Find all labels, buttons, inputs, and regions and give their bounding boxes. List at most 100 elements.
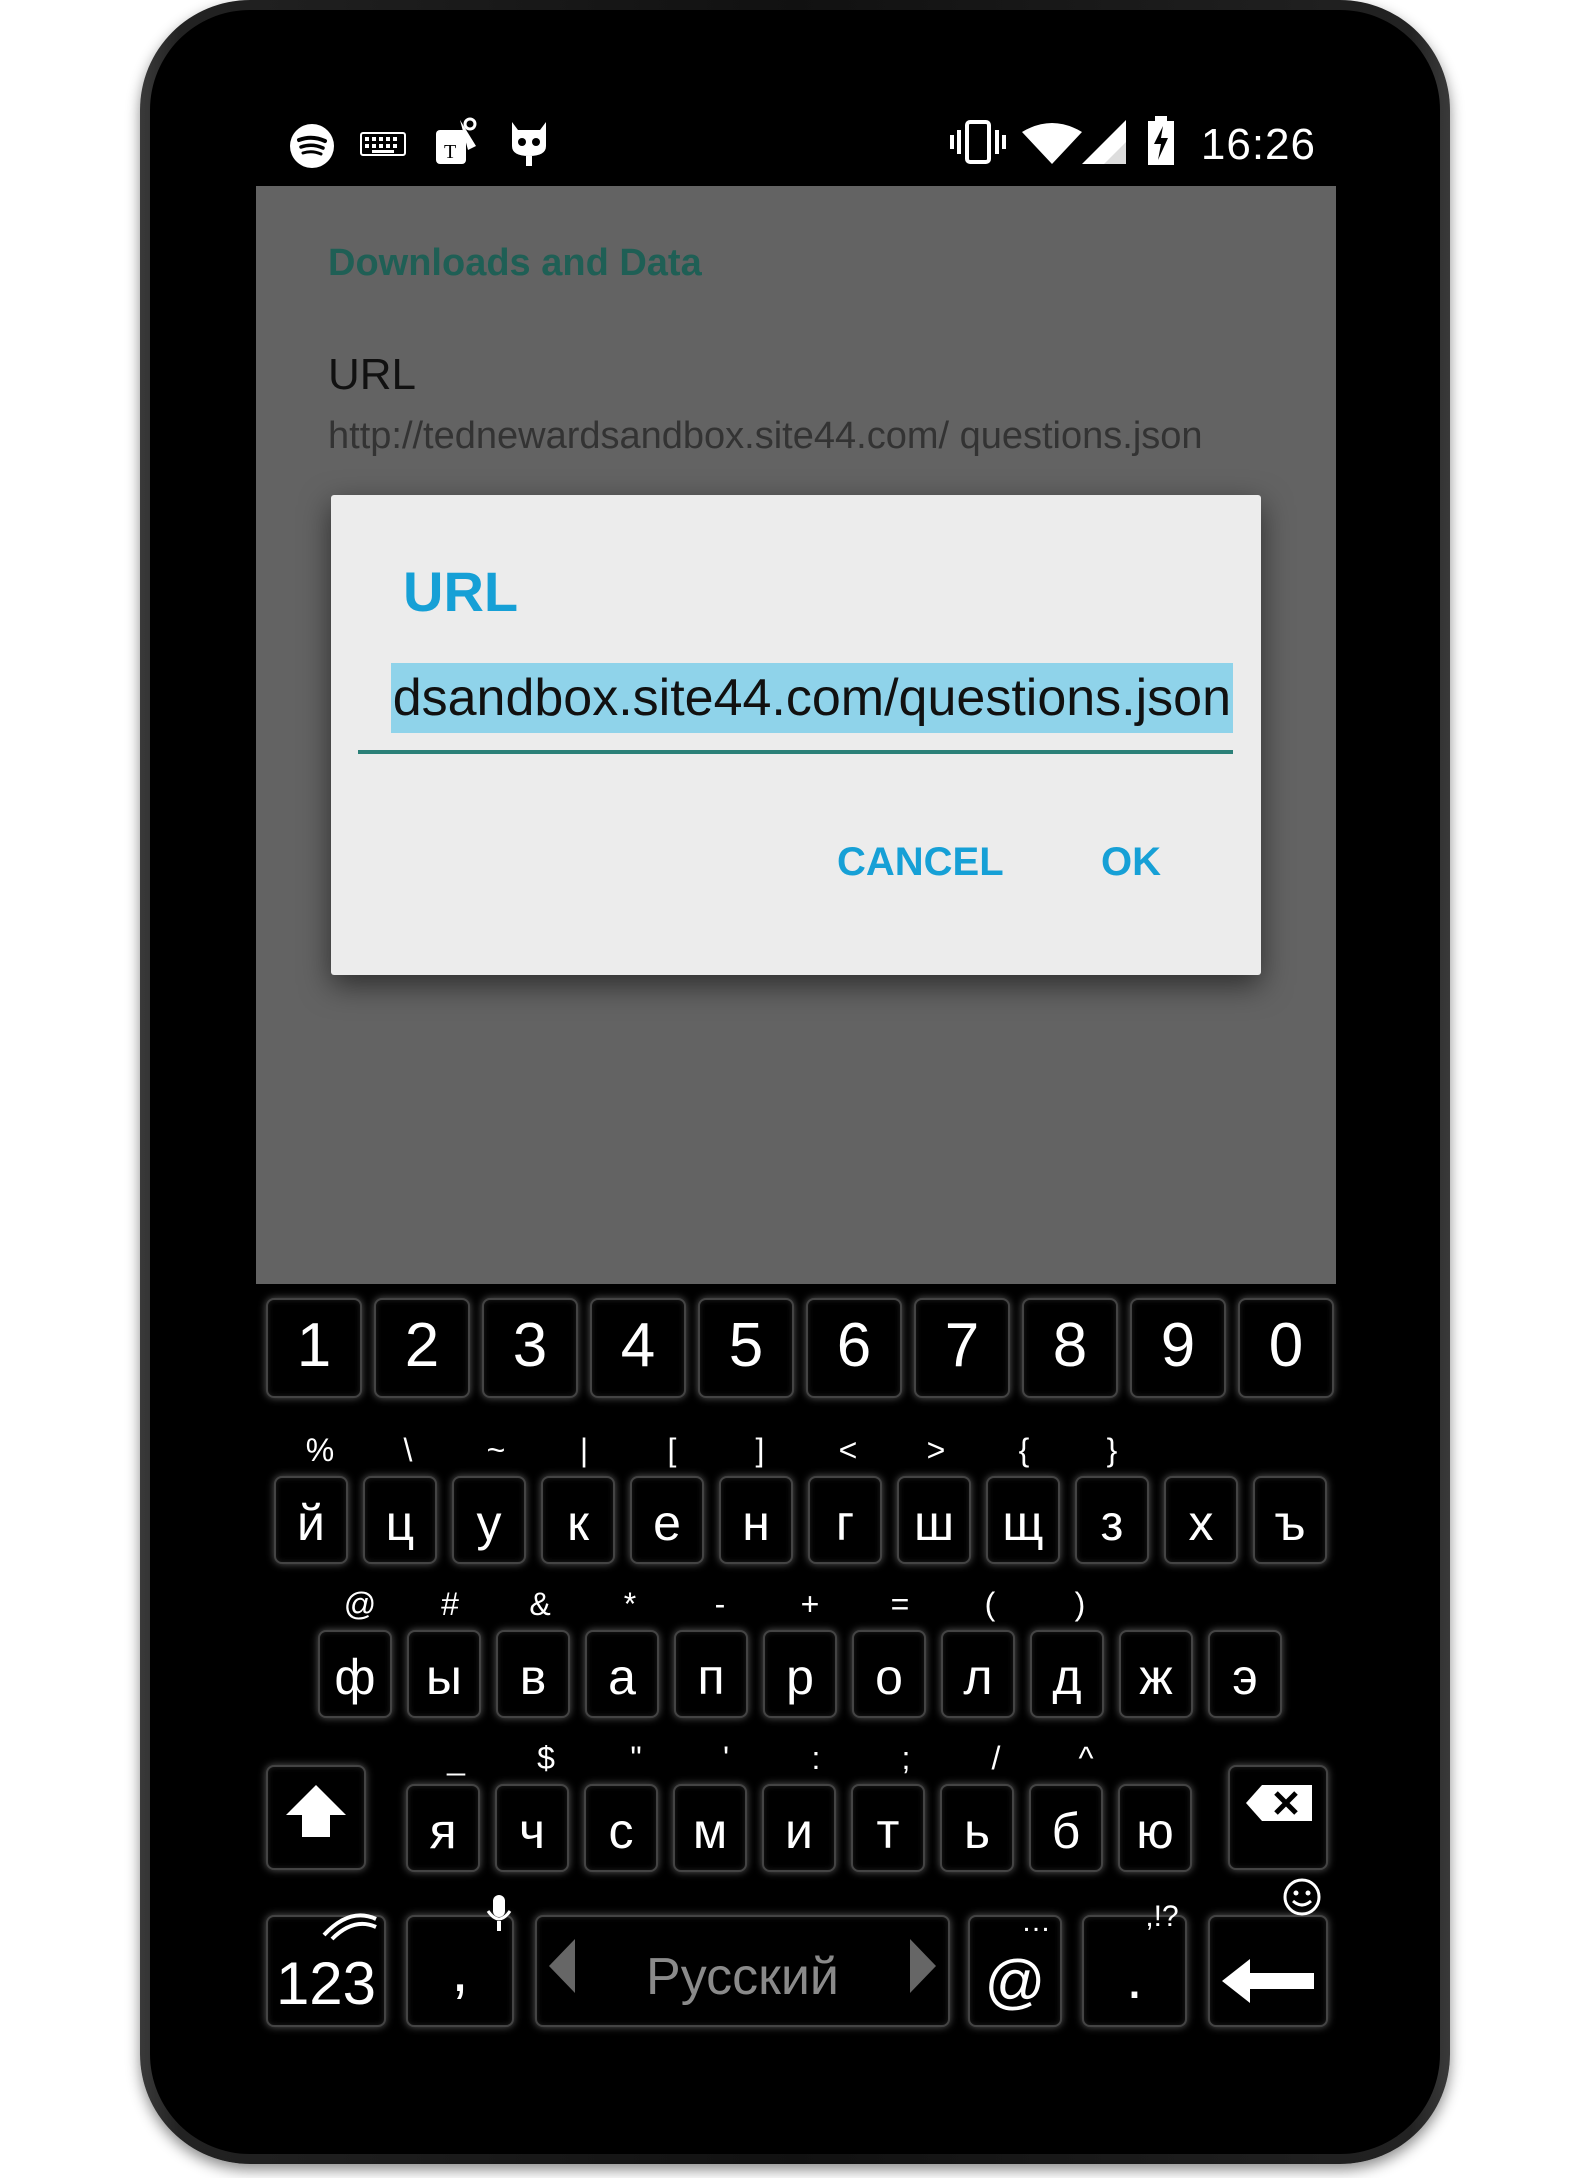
key-label: с (608, 1803, 634, 1859)
svg-text:T: T (444, 141, 456, 163)
key-row3-1[interactable]: ч (495, 1784, 569, 1872)
key-row2-9[interactable]: ж (1119, 1630, 1193, 1718)
key-digit-1[interactable]: 2 (374, 1298, 470, 1398)
url-input[interactable]: dsandbox.site44.com/questions.json (358, 657, 1233, 745)
key-row1-8[interactable]: щ (986, 1476, 1060, 1564)
key-row2-6[interactable]: о (852, 1630, 926, 1718)
preference-url-summary: http://tednewardsandbox.site44.com/ ques… (328, 415, 1203, 457)
key-hint: ; (901, 1740, 911, 1776)
ok-button[interactable]: OK (1101, 840, 1161, 885)
key-hint: < (838, 1432, 858, 1468)
url-input-underline (358, 750, 1233, 754)
clock: 16:26 (1200, 120, 1316, 169)
keyboard-icon (360, 132, 406, 165)
key-label: й (297, 1495, 325, 1551)
key-label: 6 (836, 1311, 872, 1380)
key-hint: \ (403, 1432, 413, 1468)
key-row3-2[interactable]: с (584, 1784, 658, 1872)
key-digit-6[interactable]: 7 (914, 1298, 1010, 1398)
key-row2-7[interactable]: л (941, 1630, 1015, 1718)
key-row3-5[interactable]: т (851, 1784, 925, 1872)
key-label: ф (334, 1649, 376, 1705)
key-digit-4[interactable]: 5 (698, 1298, 794, 1398)
key-digit-0[interactable]: 1 (266, 1298, 362, 1398)
key-row1-2[interactable]: у (452, 1476, 526, 1564)
key-row2-3[interactable]: а (585, 1630, 659, 1718)
spacebar-key[interactable]: Русский (535, 1915, 950, 2027)
key-label: о (875, 1649, 903, 1705)
key-hint: ) (1074, 1586, 1086, 1622)
key-hint: : (811, 1740, 821, 1776)
key-hint: = (890, 1586, 910, 1622)
cyanogen-icon (508, 116, 550, 171)
preference-url-title[interactable]: URL (328, 350, 416, 400)
key-row1-1[interactable]: ц (363, 1476, 437, 1564)
key-row1-3[interactable]: к (541, 1476, 615, 1564)
key-label: к (567, 1495, 589, 1551)
comma-label: , (451, 1936, 469, 2005)
key-row1-11[interactable]: ъ (1253, 1476, 1327, 1564)
emoji-icon (1283, 1878, 1321, 1916)
swiftkey-logo-icon (322, 1913, 377, 1941)
key-label: 9 (1160, 1311, 1196, 1380)
key-row1-9[interactable]: з (1075, 1476, 1149, 1564)
key-hint: ] (755, 1432, 765, 1468)
key-label: 1 (296, 1311, 332, 1380)
key-row2-0[interactable]: ф (318, 1630, 392, 1718)
key-row1-0[interactable]: й (274, 1476, 348, 1564)
key-row3-8[interactable]: ю (1118, 1784, 1192, 1872)
key-row2-10[interactable]: э (1208, 1630, 1282, 1718)
key-label: х (1188, 1495, 1214, 1551)
key-row2-5[interactable]: р (763, 1630, 837, 1718)
key-row1-6[interactable]: г (808, 1476, 882, 1564)
key-row1-10[interactable]: х (1164, 1476, 1238, 1564)
key-hint: @ (343, 1586, 377, 1622)
key-digit-5[interactable]: 6 (806, 1298, 902, 1398)
key-label: ы (426, 1649, 462, 1705)
period-label: . (1126, 1944, 1143, 2011)
key-digit-2[interactable]: 3 (482, 1298, 578, 1398)
backspace-icon (1246, 1785, 1312, 1821)
key-row1-4[interactable]: е (630, 1476, 704, 1564)
url-dialog: URL dsandbox.site44.com/questions.json C… (331, 495, 1261, 975)
key-digit-3[interactable]: 4 (590, 1298, 686, 1398)
key-hint: [ (667, 1432, 677, 1468)
arrow-right-icon (910, 1939, 936, 1993)
url-input-selected-text[interactable]: dsandbox.site44.com/questions.json (390, 663, 1233, 733)
key-hint: > (926, 1432, 946, 1468)
key-row3-6[interactable]: ь (940, 1784, 1014, 1872)
key-hint: { (1018, 1432, 1030, 1468)
key-label: п (697, 1649, 725, 1705)
key-row3-3[interactable]: м (673, 1784, 747, 1872)
key-digit-8[interactable]: 9 (1130, 1298, 1226, 1398)
key-row3-4[interactable]: и (762, 1784, 836, 1872)
wifi-icon (1022, 122, 1082, 169)
key-digit-9[interactable]: 0 (1238, 1298, 1334, 1398)
at-hint: … (1021, 1905, 1051, 1938)
microphone-icon (486, 1895, 512, 1931)
key-label: и (785, 1803, 813, 1859)
enter-key[interactable] (1208, 1878, 1328, 2027)
key-label: ь (963, 1803, 991, 1859)
key-label: з (1100, 1495, 1124, 1551)
key-row2-1[interactable]: ы (407, 1630, 481, 1718)
key-label: 0 (1268, 1311, 1304, 1380)
numbers-mode-key[interactable]: 123 (266, 1913, 386, 2027)
key-row2-2[interactable]: в (496, 1630, 570, 1718)
key-digit-7[interactable]: 8 (1022, 1298, 1118, 1398)
key-row1-7[interactable]: ш (897, 1476, 971, 1564)
backspace-key[interactable] (1228, 1765, 1328, 1870)
key-label: я (429, 1803, 457, 1859)
key-row2-4[interactable]: п (674, 1630, 748, 1718)
key-hint: / (991, 1740, 1001, 1776)
key-row3-0[interactable]: я (406, 1784, 480, 1872)
key-hint: & (529, 1586, 551, 1622)
comma-key[interactable]: , (406, 1895, 514, 2027)
preference-category-title: Downloads and Data (328, 242, 702, 284)
shift-key[interactable] (266, 1765, 366, 1870)
signal-icon (1082, 120, 1126, 169)
key-row2-8[interactable]: д (1030, 1630, 1104, 1718)
key-row3-7[interactable]: б (1029, 1784, 1103, 1872)
cancel-button[interactable]: CANCEL (837, 840, 1004, 885)
key-row1-5[interactable]: н (719, 1476, 793, 1564)
